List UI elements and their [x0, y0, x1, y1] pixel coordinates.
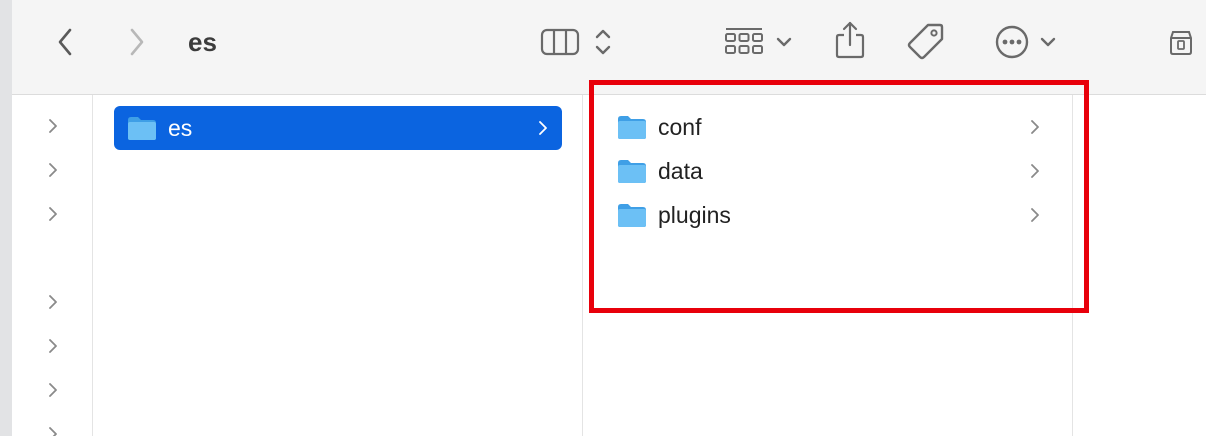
folder-icon [128, 117, 156, 140]
chevron-right-icon[interactable] [47, 207, 59, 221]
back-button[interactable] [50, 26, 80, 58]
chevron-right-icon [1031, 164, 1039, 178]
chevron-right-icon[interactable] [47, 427, 59, 436]
storage-button[interactable] [1166, 26, 1196, 58]
column-browser: es conf data plugins [12, 95, 1206, 436]
chevron-right-icon[interactable] [47, 163, 59, 177]
grid-group-icon [725, 28, 763, 54]
tag-button[interactable] [904, 20, 948, 62]
folder-icon [618, 160, 646, 183]
folder-icon [618, 116, 646, 139]
chevron-right-icon[interactable] [47, 119, 59, 133]
folder-name: plugins [658, 201, 731, 228]
forward-button[interactable] [122, 26, 152, 58]
group-button[interactable] [720, 24, 796, 60]
more-actions-button[interactable] [990, 22, 1060, 62]
tag-icon [907, 23, 944, 60]
column-view-icon [540, 28, 580, 56]
chevron-right-icon [1031, 120, 1039, 134]
chevron-right-icon[interactable] [47, 383, 59, 397]
chevron-right-icon [539, 121, 547, 135]
share-button[interactable] [830, 18, 870, 62]
list-item-data[interactable]: data [604, 149, 1048, 193]
finder-window: es es conf data plugins [0, 0, 1206, 436]
toolbar: es [12, 0, 1206, 95]
list-item-conf[interactable]: conf [604, 105, 1048, 149]
folder-name: es [168, 114, 193, 141]
updown-chevron-icon [595, 29, 611, 55]
chevron-right-icon [130, 28, 144, 56]
folder-name: conf [658, 113, 702, 140]
chevron-right-icon[interactable] [47, 295, 59, 309]
chevron-down-icon [1040, 37, 1056, 47]
share-icon [835, 21, 865, 59]
chevron-right-icon [1031, 208, 1039, 222]
folder-icon [618, 204, 646, 227]
chevron-left-icon [58, 28, 72, 56]
ellipsis-circle-icon [995, 25, 1029, 59]
list-item-es[interactable]: es [114, 106, 562, 150]
list-item-plugins[interactable]: plugins [604, 193, 1048, 237]
chevron-down-icon [776, 37, 792, 47]
parent-column [12, 95, 92, 436]
column-divider[interactable] [92, 95, 93, 436]
view-mode-button[interactable] [536, 24, 616, 60]
window-title: es [188, 27, 217, 57]
chevron-right-icon[interactable] [47, 339, 59, 353]
storage-icon [1170, 31, 1192, 55]
folder-name: data [658, 157, 703, 184]
column-divider[interactable] [582, 95, 583, 436]
column-divider[interactable] [1072, 95, 1073, 436]
